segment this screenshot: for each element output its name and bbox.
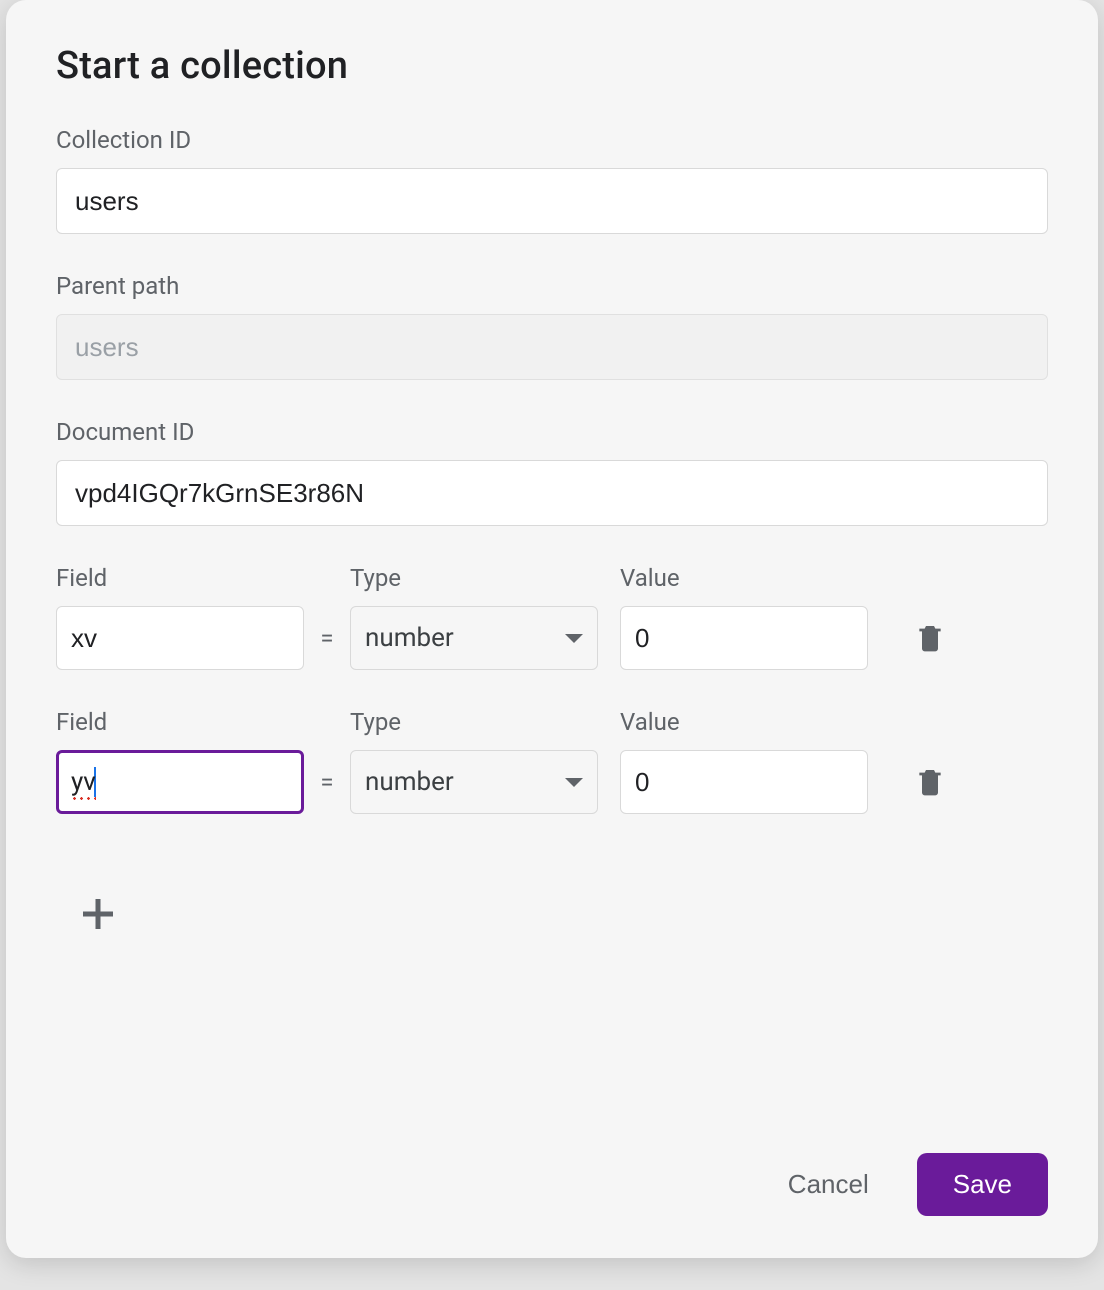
field-row: = number [56, 606, 1048, 670]
field-value-input[interactable] [620, 606, 868, 670]
equals-sign: = [304, 624, 350, 652]
field-value-input[interactable] [620, 750, 868, 814]
trash-icon [914, 620, 946, 656]
field-header: Field [56, 708, 304, 736]
field-block-1: Field Type Value yv = number [56, 708, 1048, 852]
field-name-input[interactable] [56, 606, 304, 670]
parent-path-label: Parent path [56, 272, 1048, 300]
collection-id-label: Collection ID [56, 126, 1048, 154]
save-button[interactable]: Save [917, 1153, 1048, 1216]
field-header: Field [56, 564, 304, 592]
delete-field-button[interactable] [910, 762, 950, 802]
equals-sign: = [304, 768, 350, 796]
field-type-value: number [365, 767, 454, 797]
parent-path-input [56, 314, 1048, 380]
chevron-down-icon [565, 634, 583, 643]
collection-id-input[interactable] [56, 168, 1048, 234]
add-field-button[interactable] [72, 888, 124, 940]
dialog-title: Start a collection [56, 44, 1048, 88]
type-header: Type [350, 564, 598, 592]
field-name-text: yv [71, 767, 96, 797]
start-collection-dialog: Start a collection Collection ID Parent … [6, 0, 1098, 1258]
type-header: Type [350, 708, 598, 736]
dialog-actions: Cancel Save [56, 1133, 1048, 1258]
field-type-select[interactable]: number [350, 750, 598, 814]
document-id-input[interactable] [56, 460, 1048, 526]
value-header: Value [620, 564, 868, 592]
field-row: yv = number [56, 750, 1048, 814]
field-type-select[interactable]: number [350, 606, 598, 670]
value-header: Value [620, 708, 868, 736]
field-block-0: Field Type Value = number [56, 564, 1048, 708]
delete-field-button[interactable] [910, 618, 950, 658]
cancel-button[interactable]: Cancel [780, 1159, 877, 1210]
trash-icon [914, 764, 946, 800]
document-id-label: Document ID [56, 418, 1048, 446]
chevron-down-icon [565, 778, 583, 787]
plus-icon [78, 894, 118, 934]
field-type-value: number [365, 623, 454, 653]
field-name-input[interactable]: yv [56, 750, 304, 814]
